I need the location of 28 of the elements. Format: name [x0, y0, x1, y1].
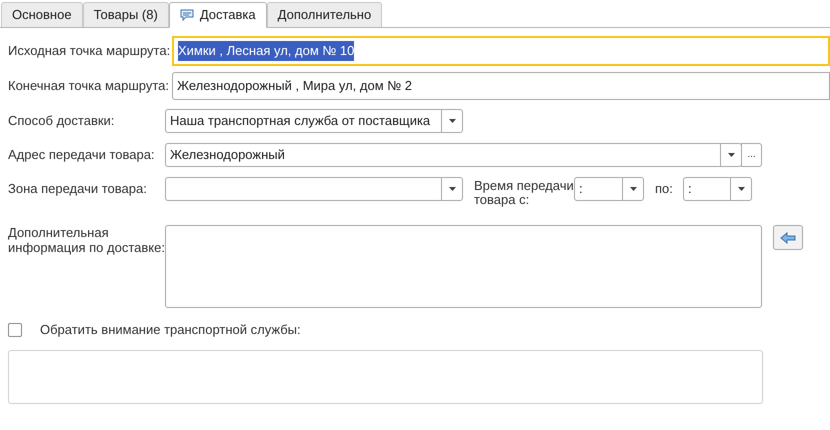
tab[interactable]: Основное	[1, 2, 83, 27]
caret-icon	[448, 119, 456, 123]
field-label: по:	[655, 180, 674, 198]
field-label: Исходная точка маршрута:	[8, 42, 172, 60]
delivery-method-select[interactable]: Наша транспортная служба от поставщика	[165, 109, 463, 133]
time-from-select[interactable]: :	[574, 177, 644, 201]
more-button[interactable]: ...	[741, 143, 762, 167]
checkbox[interactable]	[8, 323, 22, 337]
arrow-button[interactable]	[773, 225, 803, 250]
checkbox-label: Обратить внимание транспортной службы:	[40, 321, 301, 340]
tab[interactable]: Доставка	[168, 2, 267, 28]
caret-icon	[728, 153, 734, 157]
tab[interactable]: Товары (8)	[82, 2, 169, 27]
field-label: Адрес передачи товара:	[8, 146, 156, 164]
address-select[interactable]: Железнодорожный	[165, 143, 742, 167]
caret-icon	[738, 187, 744, 191]
caret-icon	[630, 187, 636, 191]
address-field[interactable]: Железнодорожный , Мира ул, дом № 2	[172, 72, 830, 100]
field-label: Способ доставки:	[8, 112, 116, 130]
left-arrow-icon	[780, 232, 796, 244]
field-label: Дополнительная информация по доставке:	[8, 225, 165, 255]
time-to-select[interactable]: :	[683, 177, 752, 201]
field-label: Конечная точка маршрута:	[8, 77, 170, 96]
field-label: Зона передачи товара:	[8, 180, 148, 198]
caret-icon	[448, 187, 456, 191]
field-label: Время передачи товара с:	[474, 177, 574, 207]
tab[interactable]: Дополнительно	[266, 2, 382, 27]
address-field[interactable]: Химки , Лесная ул, дом № 10	[172, 36, 830, 66]
